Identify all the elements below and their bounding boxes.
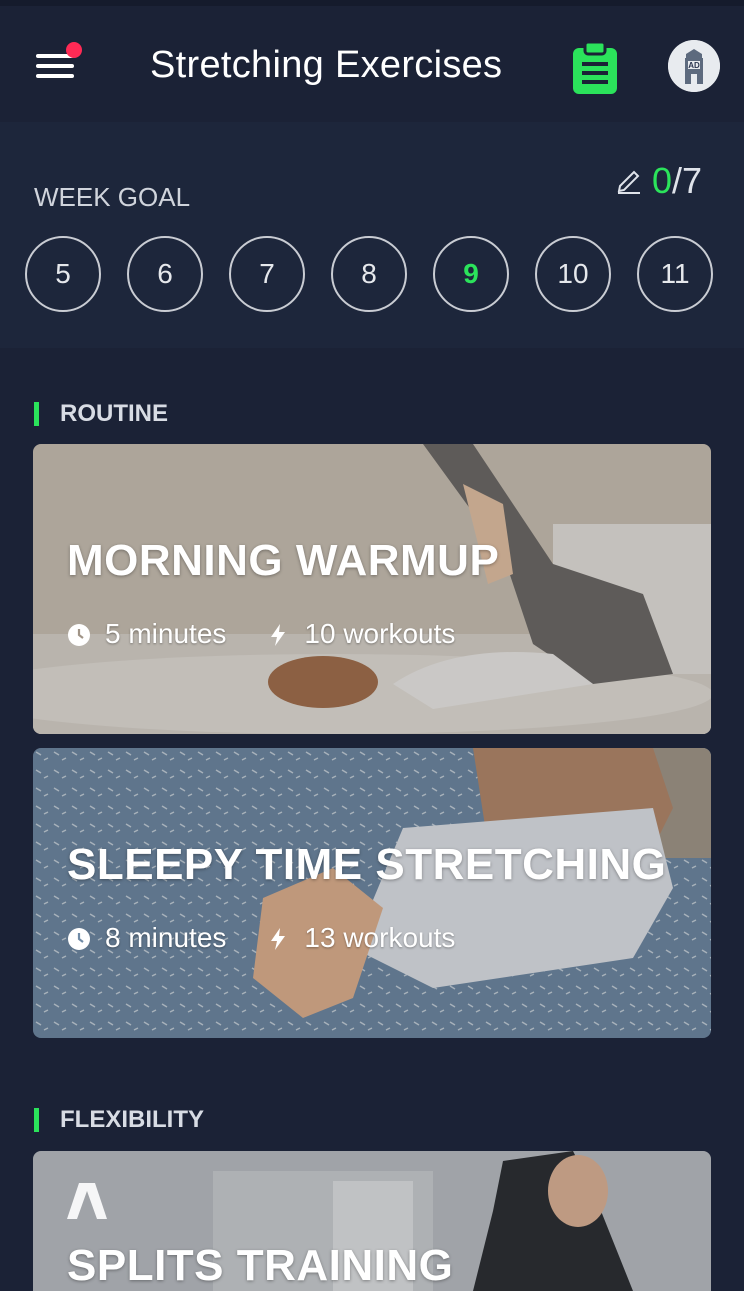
goal-done-count: 0 xyxy=(652,160,673,201)
section-title-routine: ROUTINE xyxy=(34,400,168,428)
card-duration: 5 minutes xyxy=(105,618,227,649)
section-title-text: FLEXIBILITY xyxy=(60,1106,204,1133)
goal-total: /7 xyxy=(672,160,703,201)
workout-card-sleepy-time[interactable]: SLEEPY TIME STRETCHING 8 minutes 13 work… xyxy=(33,748,711,1038)
workout-card-morning-warmup[interactable]: MORNING WARMUP 5 minutes 10 workouts xyxy=(33,444,711,734)
section-title-text: ROUTINE xyxy=(60,400,168,427)
premium-badge-icon xyxy=(67,1183,107,1224)
app-title: Stretching Exercises xyxy=(150,44,503,86)
day-circle[interactable]: 8 xyxy=(331,236,407,312)
lighthouse-icon: AD xyxy=(668,40,720,92)
lightning-icon xyxy=(266,622,290,646)
notification-dot xyxy=(66,42,82,58)
card-duration: 8 minutes xyxy=(105,922,227,953)
section-title-flexibility: FLEXIBILITY xyxy=(34,1106,204,1134)
day-circle[interactable]: 7 xyxy=(229,236,305,312)
card-title: SPLITS TRAINING xyxy=(67,1241,454,1290)
card-workouts: 13 workouts xyxy=(304,922,456,953)
week-goal-label: WEEK GOAL xyxy=(34,182,191,212)
day-circle[interactable]: 5 xyxy=(25,236,101,312)
remove-ads-button[interactable]: AD xyxy=(668,40,720,92)
day-circle[interactable]: 10 xyxy=(535,236,611,312)
week-goal-card[interactable]: WEEK GOAL 0/7 5 6 7 8 9 10 11 xyxy=(0,122,744,348)
clipboard-icon[interactable] xyxy=(570,40,620,96)
week-days: 5 6 7 8 9 10 11 xyxy=(25,236,725,316)
day-circle[interactable]: 11 xyxy=(637,236,713,312)
lightning-icon xyxy=(266,926,290,950)
menu-button[interactable] xyxy=(36,42,82,84)
ad-badge-text: AD xyxy=(688,61,700,70)
day-circle-today[interactable]: 9 xyxy=(433,236,509,312)
card-title: SLEEPY TIME STRETCHING xyxy=(67,840,667,889)
card-title: MORNING WARMUP xyxy=(67,536,500,585)
app-bar: Stretching Exercises AD xyxy=(0,6,744,122)
workout-card-splits-training[interactable]: SPLITS TRAINING xyxy=(33,1151,711,1291)
card-workouts: 10 workouts xyxy=(304,618,456,649)
edit-pencil-icon[interactable] xyxy=(616,166,642,194)
card-meta: 8 minutes 13 workouts xyxy=(67,922,455,954)
week-goal-progress: 0/7 xyxy=(652,160,702,202)
card-meta: 5 minutes 10 workouts xyxy=(67,618,455,650)
day-circle[interactable]: 6 xyxy=(127,236,203,312)
clock-icon xyxy=(67,926,91,950)
clock-icon xyxy=(67,622,91,646)
